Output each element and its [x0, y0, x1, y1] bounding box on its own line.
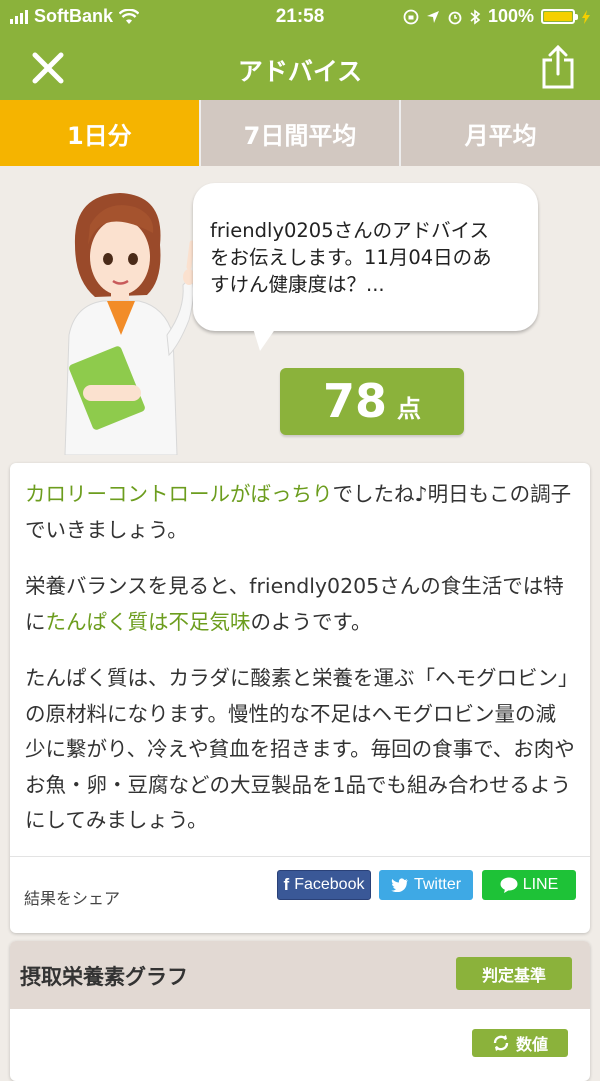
nav-bar: アドバイス: [0, 34, 600, 100]
twitter-bird-icon: [390, 878, 408, 892]
nutrient-graph-title: 摂取栄養素グラフ: [20, 965, 188, 989]
advice-paragraph-2: 栄養バランスを見ると、friendly0205さんの食生活では特にたんぱく質は不…: [25, 569, 576, 640]
score-unit: 点: [397, 395, 421, 423]
score-value: 78: [322, 374, 387, 428]
facebook-share-button[interactable]: f Facebook: [277, 870, 371, 900]
bubble-line-1: friendly0205さんのアドバイス: [210, 219, 490, 242]
bubble-tail: [252, 325, 278, 351]
facebook-label: Facebook: [294, 876, 365, 893]
advice-speech-bubble: friendly0205さんのアドバイス をお伝えします。11月04日のあ すけ…: [193, 183, 538, 331]
alarm-icon: [448, 11, 462, 24]
period-tabs: 1日分 7日間平均 月平均: [0, 100, 600, 166]
bluetooth-icon: [470, 8, 481, 25]
advice-highlight-protein: たんぱく質は不足気味: [45, 609, 251, 634]
advice-card: カロリーコントロールがばっちりでしたね♪明日もこの調子でいきましょう。 栄養バラ…: [10, 463, 590, 933]
value-toggle-label: 数値: [515, 1035, 548, 1054]
battery-percent: 100%: [487, 6, 534, 26]
twitter-label: Twitter: [413, 876, 462, 893]
bubble-line-3: すけん健康度は？...: [210, 273, 385, 296]
twitter-share-button[interactable]: Twitter: [379, 870, 473, 900]
status-right: 100%: [403, 6, 590, 27]
share-label: 結果をシェア: [24, 889, 121, 908]
facebook-icon: f: [283, 875, 290, 894]
advice-paragraph-1: カロリーコントロールがばっちりでしたね♪明日もこの調子でいきましょう。: [25, 477, 576, 548]
location-icon: [426, 10, 439, 23]
orientation-lock-icon: [403, 9, 419, 24]
advice-text: カロリーコントロールがばっちりでしたね♪明日もこの調子でいきましょう。 栄養バラ…: [10, 463, 590, 839]
value-toggle-button[interactable]: 数値: [472, 1029, 568, 1057]
advice-p2-after: のようです。: [250, 609, 372, 634]
tab-1-day[interactable]: 1日分: [0, 100, 199, 166]
share-icon[interactable]: [538, 44, 578, 90]
judgement-criteria-button[interactable]: 判定基準: [456, 957, 572, 990]
tab-monthly-average[interactable]: 月平均: [399, 100, 600, 166]
nurse-illustration: [64, 193, 195, 455]
line-label: LINE: [522, 876, 559, 893]
battery-icon: [541, 9, 578, 24]
refresh-icon: [493, 1035, 509, 1051]
line-share-button[interactable]: LINE: [482, 870, 576, 900]
status-bar: SoftBank 21:58 100%: [0, 0, 600, 34]
charging-icon: [582, 9, 590, 24]
share-row: 結果をシェア f Facebook Twitter LINE: [10, 856, 590, 933]
nutrient-graph-header: 摂取栄養素グラフ 判定基準: [10, 941, 590, 1009]
page-title: アドバイス: [237, 57, 363, 86]
line-chat-icon: [500, 877, 518, 893]
bubble-line-2: をお伝えします。11月04日のあ: [210, 246, 492, 269]
health-score-badge: 78 点: [280, 368, 464, 435]
nutrient-graph-card: 摂取栄養素グラフ 判定基準 数値: [10, 941, 590, 1081]
tab-7-day-average[interactable]: 7日間平均: [198, 100, 400, 166]
advice-highlight-calorie: カロリーコントロールがばっちり: [25, 482, 333, 506]
advice-paragraph-3: たんぱく質は、カラダに酸素と栄養を運ぶ「ヘモグロビン」の原材料になります。慢性的…: [25, 666, 575, 832]
